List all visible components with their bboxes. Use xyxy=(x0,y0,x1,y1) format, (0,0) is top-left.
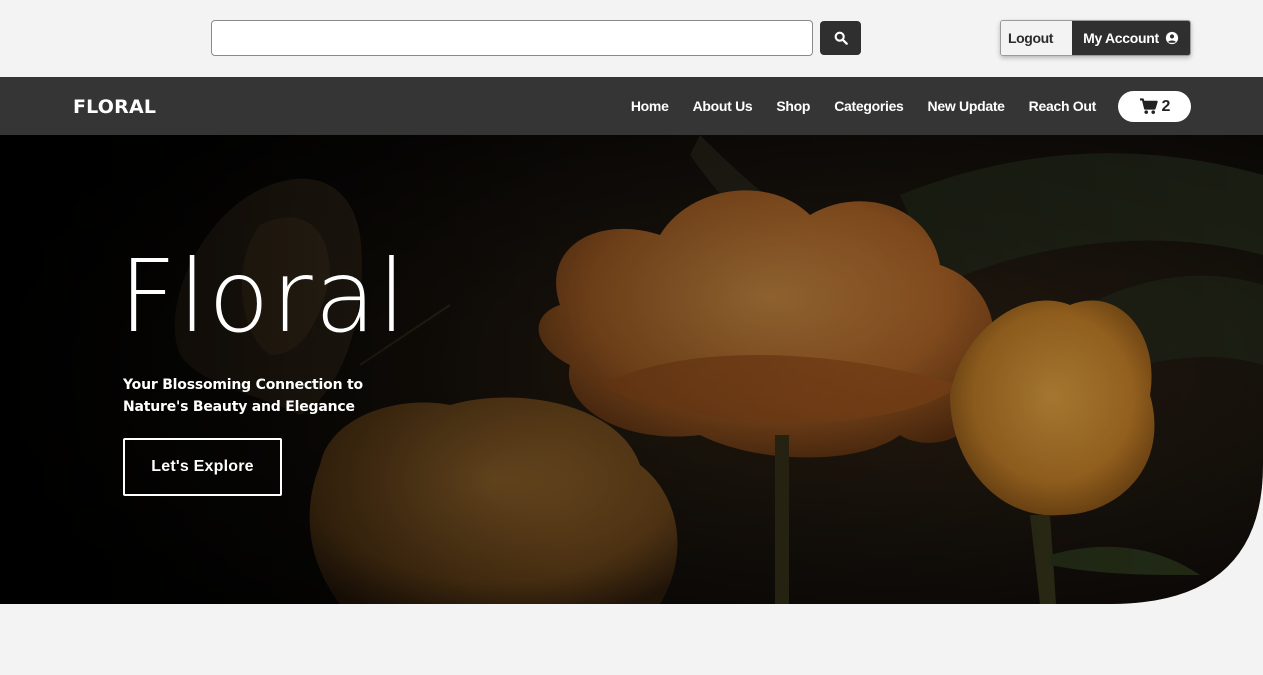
logout-button[interactable]: Logout xyxy=(1001,21,1072,55)
hero-section: Floral Your Blossoming Connection to Nat… xyxy=(0,135,1263,604)
nav-link-categories[interactable]: Categories xyxy=(834,98,904,114)
account-button-group: Logout My Account xyxy=(1000,20,1191,56)
cart-count-badge: 2 xyxy=(1161,97,1171,115)
brand-logo[interactable]: FLORAL xyxy=(73,96,156,118)
user-circle-icon xyxy=(1165,31,1179,45)
brand-logo-text: FLORAL xyxy=(73,96,157,118)
nav-links: Home About Us Shop Categories New Update… xyxy=(631,77,1096,135)
main-navbar: FLORAL Home About Us Shop Categories New… xyxy=(0,77,1263,135)
my-account-label: My Account xyxy=(1083,30,1159,46)
top-bar: Logout My Account xyxy=(0,0,1263,77)
search-input[interactable] xyxy=(211,20,813,56)
nav-link-about-us[interactable]: About Us xyxy=(693,98,753,114)
my-account-button[interactable]: My Account xyxy=(1072,21,1190,55)
hero-background-image xyxy=(0,135,1263,604)
lets-explore-button[interactable]: Let's Explore xyxy=(123,438,282,496)
nav-link-home[interactable]: Home xyxy=(631,98,669,114)
cart-icon xyxy=(1139,98,1158,114)
nav-link-new-update[interactable]: New Update xyxy=(928,98,1005,114)
search-icon xyxy=(834,31,848,45)
hero-title: Floral xyxy=(119,238,408,355)
nav-link-reach-out[interactable]: Reach Out xyxy=(1029,98,1097,114)
search-button[interactable] xyxy=(820,21,861,55)
hero-subtitle: Your Blossoming Connection to Nature's B… xyxy=(123,377,363,415)
nav-link-shop[interactable]: Shop xyxy=(776,98,810,114)
cart-button[interactable]: 2 xyxy=(1118,91,1191,122)
